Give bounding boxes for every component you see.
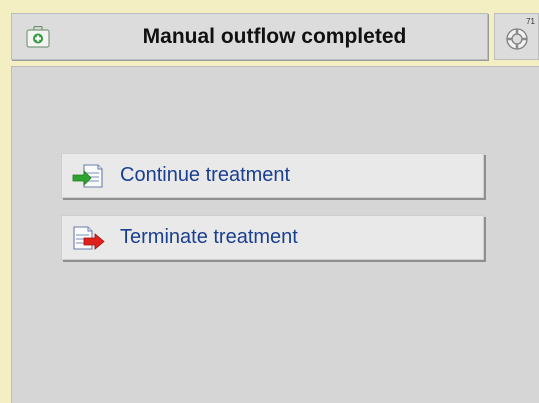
terminate-treatment-button[interactable]: Terminate treatment <box>61 215 484 260</box>
content-area: Continue treatment Terminate treatment <box>11 66 539 403</box>
header-bar: Manual outflow completed <box>11 13 488 60</box>
terminate-arrow-icon <box>73 226 105 250</box>
continue-treatment-button[interactable]: Continue treatment <box>61 153 484 198</box>
screen: Manual outflow completed 71 Continue tre… <box>0 0 539 403</box>
continue-treatment-label: Continue treatment <box>120 164 291 186</box>
page-title: Manual outflow completed <box>142 25 407 48</box>
counter-badge: 71 <box>526 17 535 26</box>
terminate-treatment-label: Terminate treatment <box>120 226 298 248</box>
first-aid-kit-icon <box>26 26 50 48</box>
continue-arrow-icon <box>72 164 103 188</box>
lifebuoy-icon <box>506 28 528 50</box>
help-button[interactable]: 71 <box>494 13 539 60</box>
